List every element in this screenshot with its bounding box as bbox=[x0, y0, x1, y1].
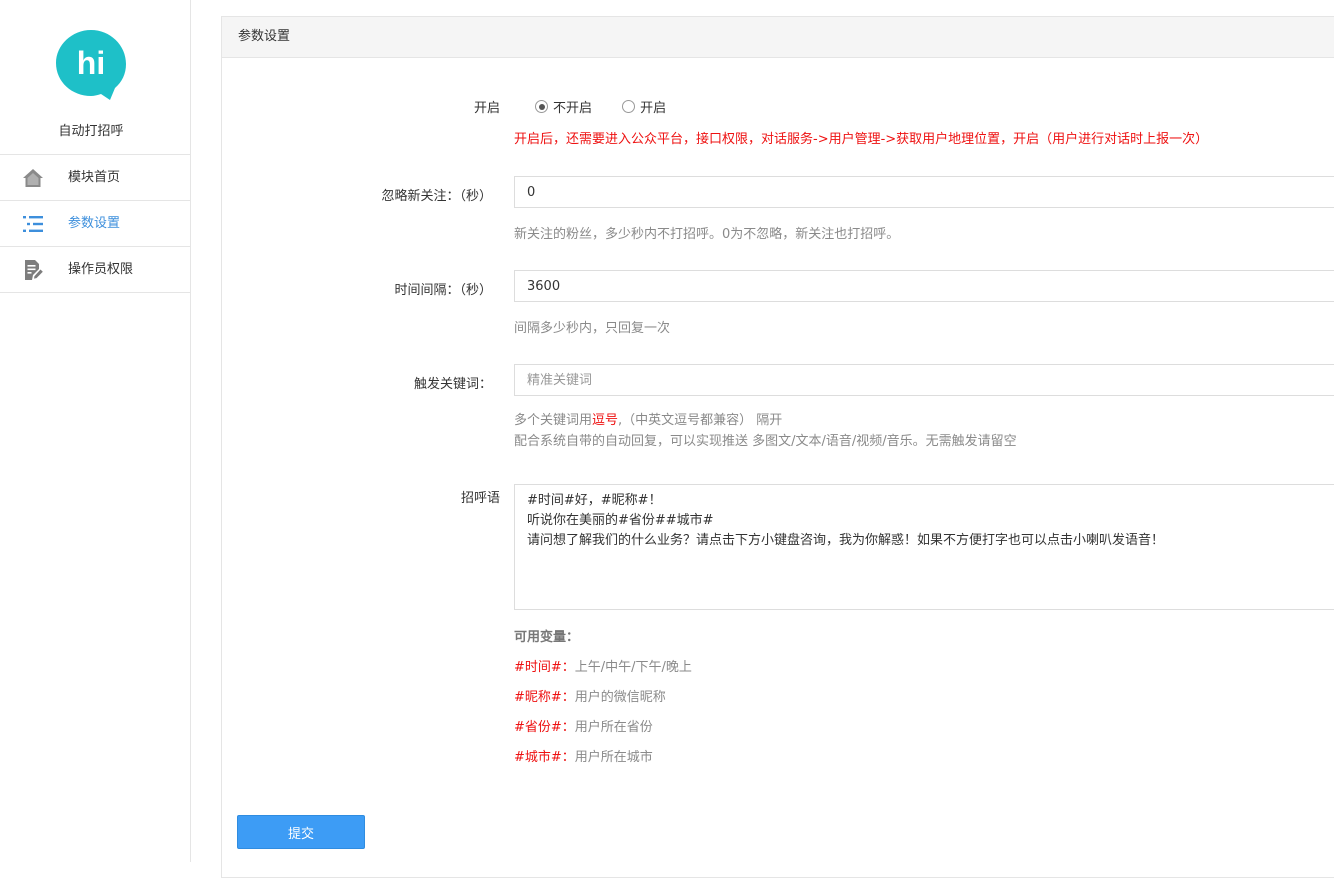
interval-input[interactable] bbox=[514, 270, 1334, 302]
sidebar-item-label: 参数设置 bbox=[68, 216, 121, 231]
keyword-input[interactable] bbox=[514, 364, 1334, 396]
radio-label: 开启 bbox=[640, 101, 667, 116]
keyword-help-suffix: ,（中英文逗号都兼容） 隔开 bbox=[618, 413, 783, 428]
enable-on-radio[interactable]: 开启 bbox=[622, 97, 666, 116]
var-desc: 上午/中午/下午/晚上 bbox=[574, 660, 692, 675]
enable-label: 开启 bbox=[473, 101, 500, 116]
sidebar-item-settings[interactable]: 参数设置 bbox=[0, 200, 190, 246]
ignore-new-input[interactable] bbox=[514, 176, 1334, 208]
keyword-label: 触发关键词： bbox=[413, 377, 492, 392]
var-name: #时间#： bbox=[514, 660, 575, 675]
settings-panel: 参数设置 开启 不开启 开启 开启后，还需要进入公众平台，接口权限，对话服务->… bbox=[221, 16, 1334, 878]
ignore-new-help: 新关注的粉丝，多少秒内不打招呼。0为不忽略，新关注也打招呼。 bbox=[514, 227, 900, 242]
keyword-help-prefix: 多个关键词用 bbox=[514, 413, 593, 428]
enable-off-radio[interactable]: 不开启 bbox=[535, 97, 592, 116]
sidebar-item-permissions[interactable]: 操作员权限 bbox=[0, 246, 190, 293]
greeting-textarea[interactable]: #时间#好，#昵称#！ 听说你在美丽的#省份##城市# 请问想了解我们的什么业务… bbox=[514, 484, 1334, 610]
var-row: #城市#：用户所在城市 bbox=[514, 746, 653, 765]
var-desc: 用户所在省份 bbox=[574, 720, 653, 735]
logo-area: hi 自动打招呼 bbox=[0, 0, 190, 154]
interval-help: 间隔多少秒内，只回复一次 bbox=[514, 321, 671, 336]
sidebar-item-home[interactable]: 模块首页 bbox=[0, 154, 190, 200]
submit-button[interactable]: 提交 bbox=[237, 815, 365, 849]
sidebar: hi 自动打招呼 模块首页 参数设置 操作员权限 bbox=[0, 0, 191, 862]
list-icon bbox=[23, 216, 43, 232]
logo-text: hi bbox=[77, 45, 105, 81]
vars-title: 可用变量： bbox=[514, 630, 580, 645]
keyword-help-comma: 逗号 bbox=[592, 413, 619, 428]
keyword-help-line2: 配合系统自带的自动回复，可以实现推送 多图文/文本/语音/视频/音乐。无需触发请… bbox=[514, 434, 1017, 449]
home-icon bbox=[23, 169, 43, 187]
radio-label: 不开启 bbox=[553, 101, 593, 116]
enable-warning: 开启后，还需要进入公众平台，接口权限，对话服务->用户管理->获取用户地理位置，… bbox=[514, 132, 1209, 147]
document-edit-icon bbox=[25, 260, 43, 280]
var-desc: 用户的微信昵称 bbox=[574, 690, 666, 705]
interval-label: 时间间隔：（秒） bbox=[394, 283, 492, 298]
panel-title: 参数设置 bbox=[222, 17, 1334, 58]
var-name: #省份#： bbox=[514, 720, 575, 735]
var-row: #时间#：上午/中午/下午/晚上 bbox=[514, 656, 692, 675]
var-desc: 用户所在城市 bbox=[574, 750, 653, 765]
radio-dot bbox=[535, 100, 548, 113]
app-logo: hi bbox=[56, 30, 126, 100]
app-title: 自动打招呼 bbox=[58, 124, 124, 139]
enable-radio-group: 不开启 开启 bbox=[535, 97, 692, 117]
radio-dot bbox=[622, 100, 636, 113]
greeting-label: 招呼语 bbox=[460, 491, 500, 506]
keyword-help: 多个关键词用逗号,（中英文逗号都兼容） 隔开 bbox=[514, 409, 782, 428]
sidebar-item-label: 操作员权限 bbox=[68, 262, 134, 277]
var-row: #昵称#：用户的微信昵称 bbox=[514, 686, 666, 705]
ignore-new-label: 忽略新关注：（秒） bbox=[381, 189, 492, 204]
var-row: #省份#：用户所在省份 bbox=[514, 716, 653, 735]
sidebar-item-label: 模块首页 bbox=[68, 170, 121, 185]
sidebar-nav: 模块首页 参数设置 操作员权限 bbox=[0, 154, 190, 293]
var-name: #城市#： bbox=[514, 750, 575, 765]
var-name: #昵称#： bbox=[514, 690, 575, 705]
